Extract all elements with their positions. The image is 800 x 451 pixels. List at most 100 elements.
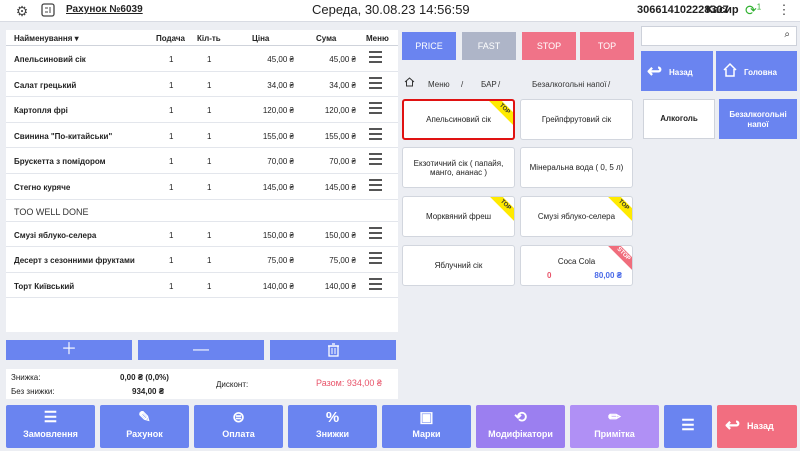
order-table: Найменування ▾ Подача Кіл-ть Ціна Сума М… [6,30,398,332]
product-tile[interactable]: Грейпфрутовий сік [520,99,633,140]
item-price: 120,00 ₴ [262,106,294,116]
search-input[interactable]: ⌕ [641,26,797,46]
add-item-button[interactable]: ＋ [6,340,132,360]
category-soft-drinks-button[interactable]: Безалкогольні напої [719,99,797,139]
item-name: Картопля фрі [14,106,68,116]
table-row[interactable]: Торт Київський 1 1 140,00 ₴ 140,00 ₴ [6,273,398,299]
table-row[interactable]: Свинина "По-китайськи" 1 1 155,00 ₴ 155,00 ₴ [6,123,398,149]
item-menu-icon[interactable] [369,76,382,91]
discount-value: 0,00 ₴ (0,0%) [120,373,169,382]
breadcrumb-bar[interactable]: БАР [481,80,497,89]
list-menu-button[interactable]: ☰ [664,405,712,448]
item-menu-icon[interactable] [369,102,382,116]
item-name: Брускетта з помідором [14,157,106,167]
note-button[interactable]: ✏ Примітка [570,405,659,448]
back-arrow-icon: ↩ [725,415,741,435]
item-menu-icon[interactable] [369,51,382,65]
breadcrumb-sep: / [498,80,501,89]
item-serve: 1 [169,55,174,64]
top-bar: ⚙ Рахунок №6039 Середа, 30.08.23 14:56:5… [0,0,800,22]
badge-top: TOP [486,197,514,224]
filter-price-button[interactable]: PRICE [402,32,456,60]
col-menu: Меню [366,34,389,43]
product-name: Апельсиновий сік [426,115,491,124]
back-arrow-icon: ↩ [647,61,663,81]
table-row[interactable]: Десерт з сезонними фруктами 1 1 75,00 ₴ 75,0… [6,247,398,273]
back-button[interactable]: ↩ Назад [717,405,797,448]
item-qty: 1 [207,182,212,192]
discounts-button[interactable]: % Знижки [288,405,377,448]
item-serve: 1 [169,106,174,116]
nav-back-button[interactable]: ↩ Назад [641,51,713,91]
product-tile[interactable]: Мінеральна вода ( 0, 5 л) [520,147,633,188]
item-menu-icon[interactable] [369,277,382,292]
item-serve: 1 [169,281,174,291]
discount-label: Знижка: [11,373,41,382]
discount-icon: % [325,409,340,426]
product-tile[interactable]: Апельсиновий сік TOP [402,99,515,140]
item-note: TOO WELL DONE [6,200,398,222]
item-sum: 155,00 ₴ [324,131,356,141]
table-row[interactable]: Брускетта з помідором 1 1 70,00 ₴ 70,00 ₴ [6,148,398,174]
product-tile[interactable]: Смузі яблуко-селера TOP [520,196,633,237]
user-role[interactable]: Касир [706,4,739,16]
product-name: Coca Cola [557,257,596,266]
breadcrumb-menu[interactable]: Меню [428,80,450,89]
category-alcohol-button[interactable]: Алкоголь [643,99,715,139]
menu-dots-icon[interactable]: ⋮ [776,2,792,18]
bill-button[interactable]: ✎ Рахунок [100,405,189,448]
item-serve: 1 [169,80,174,90]
item-name: Смузі яблуко-селера [14,230,97,240]
product-tile[interactable]: Coca Cola STOP 0 80,00 ₴ [520,245,633,286]
modifiers-button[interactable]: ⟲ Модифікатори [476,405,565,448]
remove-one-button[interactable]: — [138,340,264,360]
home-icon[interactable] [404,77,415,89]
product-tile[interactable]: Екзотичний сік ( папайя, манго, ананас ) [402,147,515,188]
gear-icon[interactable]: ⚙ [14,3,30,19]
table-row[interactable]: Салат грецький 1 1 34,00 ₴ 34,00 ₴ [6,72,398,98]
item-menu-icon[interactable] [369,153,382,167]
nav-home-button[interactable]: Головна [716,51,797,91]
item-name: Свинина "По-китайськи" [14,131,113,141]
breadcrumb-sep: / [608,80,611,89]
search-icon[interactable]: ⌕ [784,29,790,40]
col-serve: Подача [156,34,185,43]
product-tile[interactable]: Яблучний сік [402,245,515,286]
col-name[interactable]: Найменування ▾ [14,34,79,43]
item-qty: 1 [207,55,212,64]
item-qty: 1 [207,157,212,167]
marks-button[interactable]: ▣ Марки [382,405,471,448]
item-serve: 1 [169,256,174,266]
no-discount-label: Без знижки: [11,387,55,396]
item-menu-icon[interactable] [369,178,382,193]
sync-icon[interactable]: ⟳1 [745,2,761,19]
breadcrumb-sep: / [461,80,464,89]
breadcrumb-category[interactable]: Безалкогольні напої [532,80,607,89]
item-qty: 1 [207,230,212,240]
table-row[interactable]: Стегно куряче 1 1 145,00 ₴ 145,00 ₴ [6,174,398,200]
product-name: Екзотичний сік ( папайя, манго, ананас ) [413,158,504,177]
item-menu-icon[interactable] [369,226,382,241]
product-name: Яблучний сік [434,261,483,270]
item-serve: 1 [169,230,174,240]
delete-item-button[interactable] [270,340,396,360]
qr-code-icon: ▣ [419,409,434,426]
order-button[interactable]: ☰ Замовлення [6,405,95,448]
item-menu-icon[interactable] [369,127,382,142]
calculator-icon[interactable] [40,3,56,19]
filter-stop-button[interactable]: STOP [522,32,576,60]
payment-button[interactable]: ⊜ Оплата [194,405,283,448]
table-row[interactable]: Апельсиновий сік 1 1 45,00 ₴ 45,00 ₴ [6,46,398,72]
item-price: 75,00 ₴ [267,256,294,266]
product-tile[interactable]: Морквяний фреш TOP [402,196,515,237]
table-row[interactable]: Картопля фрі 1 1 120,00 ₴ 120,00 ₴ [6,97,398,123]
filter-top-button[interactable]: TOP [580,32,634,60]
payment-hand-icon: ⊜ [232,409,245,426]
filter-fast-button[interactable]: FAST [462,32,516,60]
item-qty: 1 [207,131,212,141]
item-sum: 45,00 ₴ [329,55,356,64]
item-name: Десерт з сезонними фруктами [14,256,135,266]
bill-number[interactable]: Рахунок №6039 [66,4,143,15]
item-menu-icon[interactable] [369,252,382,266]
table-row[interactable]: Смузі яблуко-селера 1 1 150,00 ₴ 150,00 ₴ [6,222,398,248]
